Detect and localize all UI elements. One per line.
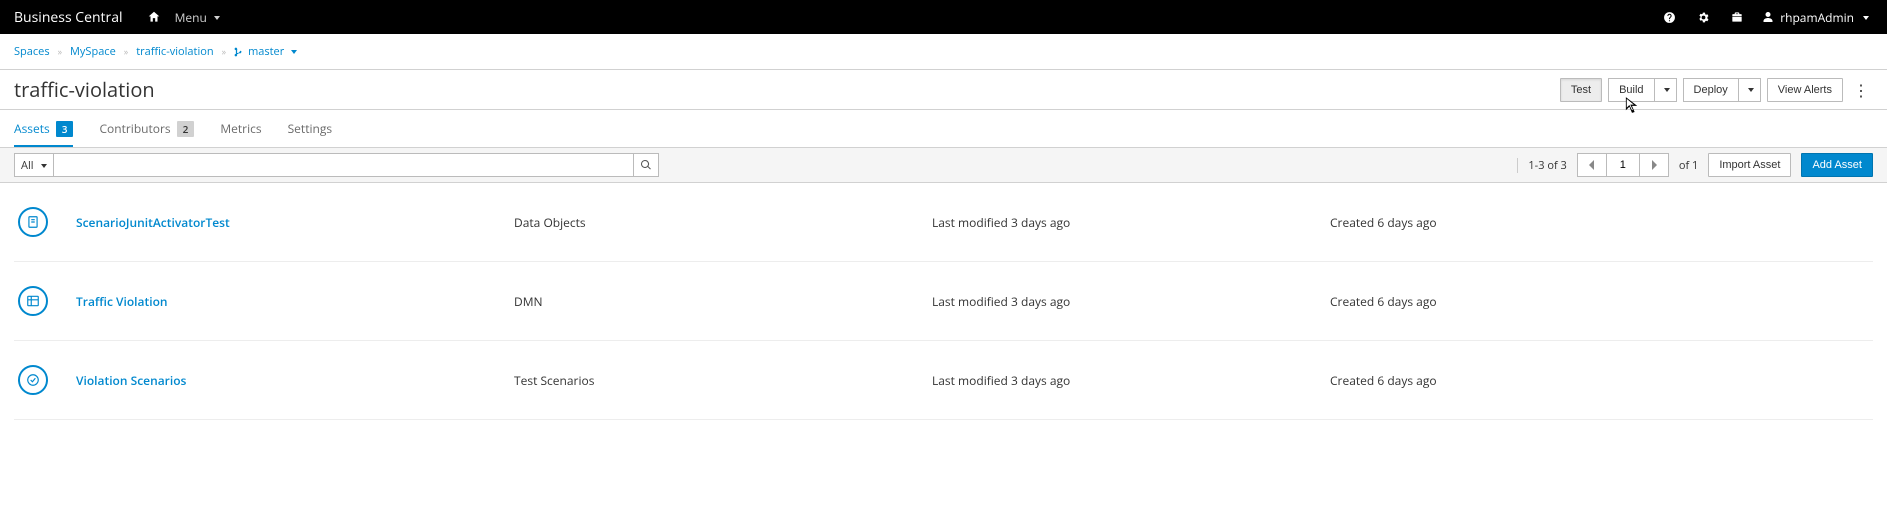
- build-button[interactable]: Build: [1608, 78, 1653, 102]
- chevron-left-icon: [1588, 160, 1596, 170]
- build-button-group: Build: [1608, 78, 1676, 102]
- deploy-dropdown-button[interactable]: [1738, 78, 1761, 102]
- test-button[interactable]: Test: [1560, 78, 1602, 102]
- help-icon[interactable]: [1656, 0, 1682, 34]
- user-name: rhpamAdmin: [1780, 9, 1854, 26]
- project-tabs: Assets 3 Contributors 2 Metrics Settings: [0, 110, 1887, 148]
- chevron-down-icon: [288, 44, 297, 59]
- tab-contributors[interactable]: Contributors 2: [99, 110, 194, 147]
- brand[interactable]: Business Central: [14, 8, 123, 27]
- home-icon[interactable]: [141, 0, 167, 34]
- asset-name-link[interactable]: ScenarioJunitActivatorTest: [76, 214, 230, 231]
- deploy-button[interactable]: Deploy: [1683, 78, 1738, 102]
- chevron-down-icon: [1745, 84, 1754, 96]
- briefcase-icon[interactable]: [1724, 0, 1750, 34]
- asset-created: Created 6 days ago: [1330, 372, 1873, 389]
- kebab-menu-icon[interactable]: ⋮: [1849, 79, 1873, 101]
- topbar-right: rhpamAdmin: [1656, 0, 1873, 34]
- user-icon: [1762, 11, 1774, 23]
- chevron-down-icon: [38, 158, 47, 173]
- menu-dropdown[interactable]: Menu: [167, 0, 228, 34]
- breadcrumb-myspace[interactable]: MySpace: [70, 44, 116, 59]
- add-asset-button[interactable]: Add Asset: [1801, 153, 1873, 177]
- branch-icon: [234, 46, 244, 58]
- asset-modified: Last modified 3 days ago: [932, 372, 1312, 389]
- asset-created: Created 6 days ago: [1330, 214, 1873, 231]
- branch-name: master: [248, 44, 284, 59]
- asset-row[interactable]: ScenarioJunitActivatorTest Data Objects …: [14, 183, 1873, 262]
- breadcrumb-sep: »: [124, 45, 128, 58]
- build-dropdown-button[interactable]: [1654, 78, 1677, 102]
- deploy-button-group: Deploy: [1683, 78, 1761, 102]
- tab-settings[interactable]: Settings: [288, 110, 333, 147]
- breadcrumb-sep: »: [222, 45, 226, 58]
- search-icon: [640, 159, 652, 171]
- asset-row[interactable]: Violation Scenarios Test Scenarios Last …: [14, 341, 1873, 420]
- filter-left: All: [14, 153, 659, 177]
- gear-icon[interactable]: [1690, 0, 1716, 34]
- user-menu[interactable]: rhpamAdmin: [1758, 9, 1873, 26]
- tab-contributors-badge: 2: [177, 121, 195, 137]
- asset-type: Data Objects: [514, 214, 914, 231]
- breadcrumb: Spaces » MySpace » traffic-violation » m…: [0, 34, 1887, 70]
- asset-name-link[interactable]: Traffic Violation: [76, 293, 168, 310]
- topbar: Business Central Menu rhpamAdmin: [0, 0, 1887, 34]
- page-header: traffic-violation Test Build Deploy View…: [0, 70, 1887, 110]
- page-actions: Test Build Deploy View Alerts ⋮: [1560, 78, 1873, 102]
- page-title: traffic-violation: [14, 76, 155, 103]
- tab-settings-label: Settings: [288, 120, 333, 137]
- asset-modified: Last modified 3 days ago: [932, 214, 1312, 231]
- breadcrumb-project[interactable]: traffic-violation: [136, 44, 213, 59]
- pager-page-input[interactable]: [1606, 153, 1640, 177]
- search-input[interactable]: [53, 153, 633, 177]
- menu-label: Menu: [175, 9, 207, 26]
- asset-type-dropdown[interactable]: All: [14, 153, 54, 177]
- chevron-down-icon: [1661, 84, 1670, 96]
- data-object-icon: [18, 207, 48, 237]
- tab-metrics-label: Metrics: [220, 120, 261, 137]
- search-button[interactable]: [633, 153, 659, 177]
- pager-next-button[interactable]: [1639, 153, 1669, 177]
- breadcrumb-sep: »: [58, 45, 62, 58]
- tab-assets-badge: 3: [56, 121, 74, 137]
- tab-assets-label: Assets: [14, 120, 50, 137]
- tab-assets[interactable]: Assets 3: [14, 110, 73, 147]
- pager-of-text: of 1: [1679, 158, 1698, 173]
- view-alerts-button[interactable]: View Alerts: [1767, 78, 1843, 102]
- branch-selector[interactable]: master: [234, 44, 297, 59]
- asset-list: ScenarioJunitActivatorTest Data Objects …: [0, 183, 1887, 430]
- asset-type: DMN: [514, 293, 914, 310]
- test-scenario-icon: [18, 365, 48, 395]
- tab-metrics[interactable]: Metrics: [220, 110, 261, 147]
- asset-type-value: All: [21, 158, 34, 173]
- pager-prev-button[interactable]: [1577, 153, 1607, 177]
- result-count: 1-3 of 3: [1517, 158, 1566, 173]
- chevron-right-icon: [1650, 160, 1658, 170]
- asset-created: Created 6 days ago: [1330, 293, 1873, 310]
- dmn-icon: [18, 286, 48, 316]
- asset-modified: Last modified 3 days ago: [932, 293, 1312, 310]
- asset-type: Test Scenarios: [514, 372, 914, 389]
- asset-name-link[interactable]: Violation Scenarios: [76, 372, 186, 389]
- asset-row[interactable]: Traffic Violation DMN Last modified 3 da…: [14, 262, 1873, 341]
- asset-filter-row: All 1-3 of 3 of 1 Import Asset Add Asset: [0, 148, 1887, 183]
- import-asset-button[interactable]: Import Asset: [1708, 153, 1791, 177]
- pager: [1577, 153, 1669, 177]
- chevron-down-icon: [1860, 9, 1869, 26]
- filter-right: 1-3 of 3 of 1 Import Asset Add Asset: [1517, 153, 1873, 177]
- tab-contributors-label: Contributors: [99, 120, 170, 137]
- chevron-down-icon: [211, 9, 220, 26]
- breadcrumb-spaces[interactable]: Spaces: [14, 44, 50, 59]
